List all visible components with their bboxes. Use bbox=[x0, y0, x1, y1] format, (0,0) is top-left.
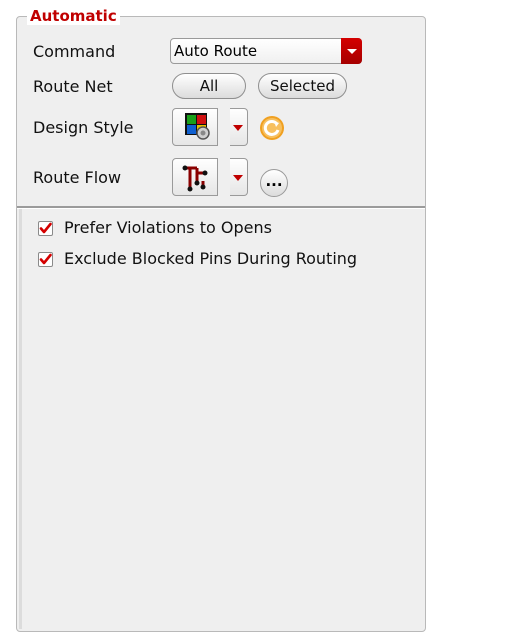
route-net-label: Route Net bbox=[33, 77, 113, 96]
route-net-all-button[interactable]: All bbox=[172, 73, 246, 99]
command-value: Auto Route bbox=[174, 42, 258, 60]
command-label: Command bbox=[33, 42, 116, 61]
divider bbox=[17, 206, 425, 209]
refresh-icon bbox=[260, 116, 284, 140]
prefer-violations-label: Prefer Violations to Opens bbox=[64, 218, 272, 237]
route-net-selected-button[interactable]: Selected bbox=[258, 73, 347, 99]
check-icon bbox=[39, 222, 52, 234]
design-style-label: Design Style bbox=[33, 118, 134, 137]
automatic-group bbox=[16, 16, 426, 632]
check-icon bbox=[39, 253, 52, 265]
design-style-dropdown[interactable] bbox=[230, 108, 248, 146]
chevron-down-icon[interactable] bbox=[341, 38, 362, 64]
route-flow-dropdown[interactable] bbox=[230, 158, 248, 196]
route-flow-more-button[interactable]: ... bbox=[260, 169, 288, 197]
exclude-blocked-pins-checkbox[interactable] bbox=[38, 252, 53, 267]
group-title: Automatic bbox=[27, 7, 120, 25]
route-flow-button[interactable] bbox=[172, 158, 218, 196]
route-flow-icon bbox=[182, 165, 208, 192]
design-style-button[interactable] bbox=[172, 108, 218, 146]
route-flow-label: Route Flow bbox=[33, 168, 122, 187]
command-select[interactable]: Auto Route bbox=[170, 38, 362, 64]
options-panel-edge bbox=[19, 209, 22, 629]
prefer-violations-checkbox[interactable] bbox=[38, 221, 53, 236]
exclude-blocked-pins-label: Exclude Blocked Pins During Routing bbox=[64, 249, 358, 268]
refresh-button[interactable] bbox=[258, 114, 286, 142]
design-style-icon bbox=[185, 113, 210, 140]
